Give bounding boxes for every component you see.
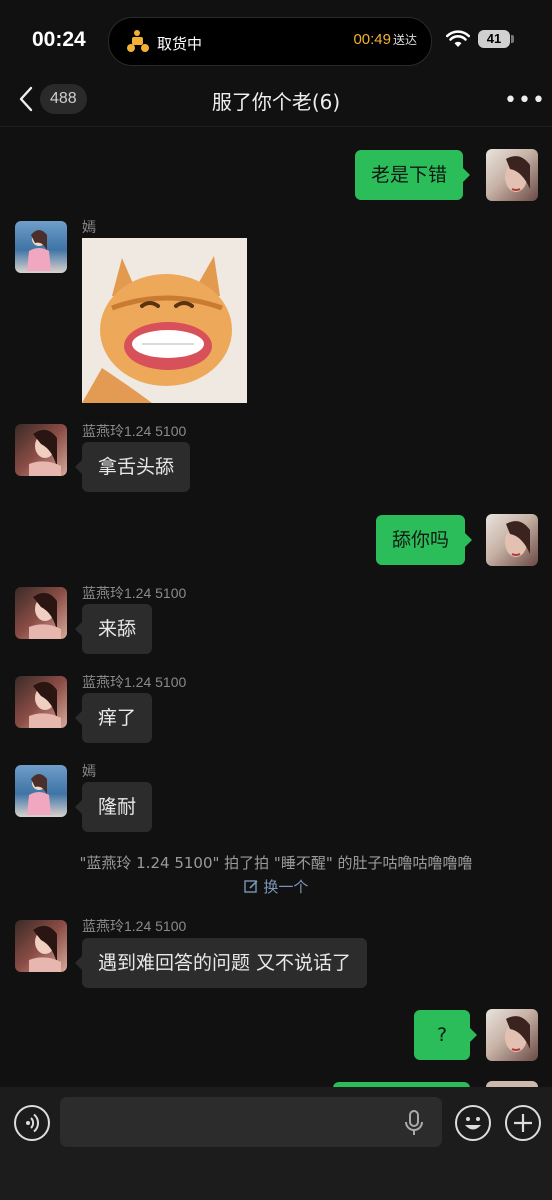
- more-options-button[interactable]: •••: [504, 88, 546, 113]
- avatar-yan[interactable]: [15, 221, 67, 273]
- change-pat-link[interactable]: 换一个: [0, 876, 552, 897]
- avatar-self[interactable]: [486, 1009, 538, 1061]
- delivery-status: 取货中: [125, 29, 202, 57]
- avatar-lan-yanling[interactable]: [15, 587, 67, 639]
- wifi-icon: [445, 30, 471, 52]
- delivery-eta: 00:49 送达: [353, 31, 417, 48]
- avatar-self[interactable]: [486, 149, 538, 201]
- more-actions-button[interactable]: [505, 1105, 541, 1141]
- scooter-icon: [125, 29, 151, 57]
- incoming-bubble[interactable]: 隆耐: [74, 782, 153, 832]
- smiley-icon: [465, 1117, 481, 1130]
- avatar-lan-yanling[interactable]: [15, 920, 67, 972]
- nav-divider: [0, 126, 552, 127]
- avatar-lan-yanling[interactable]: [15, 676, 67, 728]
- chevron-left-icon: [19, 86, 33, 112]
- back-button[interactable]: [18, 86, 34, 116]
- avatar-yan[interactable]: [15, 765, 67, 817]
- edit-icon: [243, 878, 264, 896]
- eta-label: 送达: [392, 33, 417, 47]
- pat-system-notice: "蓝燕玲 1.24 5100" 拍了拍 "睡不醒" 的肚子咕噜咕噜噜噜: [79, 854, 473, 872]
- message-outgoing[interactable]: 舔你吗: [376, 515, 473, 565]
- sender-name: 嫣: [82, 763, 96, 779]
- incoming-bubble[interactable]: 拿舌头舔: [74, 442, 191, 492]
- laughing-cat-sticker[interactable]: [82, 238, 247, 403]
- battery-tip: [511, 35, 514, 43]
- message-input[interactable]: [60, 1097, 442, 1147]
- status-time: 00:24: [32, 28, 86, 51]
- dynamic-island-delivery[interactable]: 取货中 00:49 送达: [108, 17, 432, 66]
- outgoing-bubble[interactable]: ?: [414, 1010, 477, 1060]
- incoming-bubble[interactable]: 遇到难回答的问题 又不说话了: [74, 938, 368, 988]
- sender-name: 蓝燕玲1.24 5100: [82, 674, 187, 690]
- plus-icon: [514, 1114, 532, 1132]
- eta-time: 00:49: [353, 31, 391, 48]
- outgoing-bubble[interactable]: 老是下错: [355, 150, 471, 200]
- incoming-bubble[interactable]: 痒了: [74, 693, 153, 743]
- chat-title: 服了你个老(6): [211, 90, 341, 114]
- microphone-icon[interactable]: [404, 1110, 424, 1140]
- sender-name: 嫣: [82, 219, 96, 235]
- incoming-bubble[interactable]: 来舔: [74, 604, 153, 654]
- delivery-activity-label: 取货中: [157, 34, 203, 53]
- sender-name: 蓝燕玲1.24 5100: [82, 918, 187, 934]
- unread-count-badge[interactable]: 488: [40, 84, 87, 114]
- emoji-button[interactable]: [455, 1105, 491, 1141]
- avatar-self[interactable]: [486, 514, 538, 566]
- sender-name: 蓝燕玲1.24 5100: [82, 423, 187, 439]
- sender-name: 蓝燕玲1.24 5100: [82, 585, 187, 601]
- voice-wave-icon: [26, 1113, 40, 1133]
- outgoing-bubble[interactable]: 舔你吗: [376, 515, 473, 565]
- change-pat-label[interactable]: 换一个: [263, 878, 308, 896]
- battery-indicator: 41: [478, 30, 510, 48]
- avatar-lan-yanling[interactable]: [15, 424, 67, 476]
- message-outgoing[interactable]: 老是下错: [355, 150, 471, 200]
- voice-mode-button[interactable]: [14, 1105, 50, 1141]
- message-outgoing[interactable]: ?: [414, 1010, 477, 1060]
